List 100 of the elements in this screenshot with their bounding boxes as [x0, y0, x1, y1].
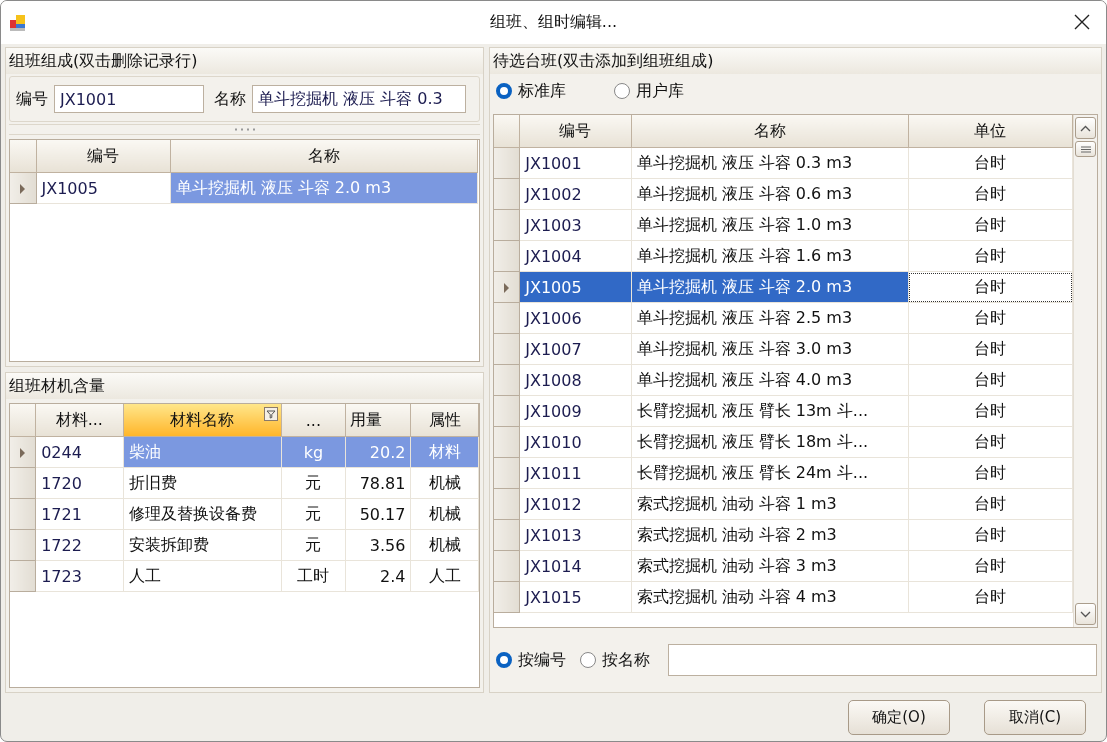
table-cell: JX1001	[519, 147, 631, 179]
scroll-up-button[interactable]	[1075, 117, 1096, 139]
row-header[interactable]	[494, 333, 520, 365]
table-cell: JX1009	[519, 395, 631, 427]
radio-label[interactable]: 标准库	[518, 80, 566, 102]
dialog-button[interactable]: 确定(O)	[848, 699, 950, 735]
table-cell: 台时	[908, 271, 1073, 303]
row-header[interactable]	[494, 178, 520, 210]
table-cell: 索式挖掘机 油动 斗容 3 m3	[631, 550, 909, 582]
table-cell: kg	[281, 436, 346, 468]
row-header[interactable]	[494, 581, 520, 613]
column-header[interactable]: 编号	[519, 115, 631, 148]
table-cell: 单斗挖掘机 液压 斗容 0.3 m3	[631, 147, 909, 179]
column-header[interactable]: 名称	[631, 115, 909, 148]
table-cell: 1723	[35, 560, 123, 592]
radio-label[interactable]: 按名称	[602, 649, 650, 671]
table-cell: JX1008	[519, 364, 631, 396]
row-header[interactable]	[10, 436, 36, 468]
table-cell: 索式挖掘机 油动 斗容 4 m3	[631, 581, 909, 613]
table-cell: 单斗挖掘机 液压 斗容 2.0 m3	[631, 271, 909, 303]
radio-label[interactable]: 用户库	[636, 80, 684, 102]
app-icon	[9, 13, 27, 32]
table-cell: 台时	[908, 240, 1073, 272]
table-cell: 1720	[35, 467, 123, 499]
row-header[interactable]	[494, 426, 520, 458]
row-header[interactable]	[494, 488, 520, 520]
table-cell: 0244	[35, 436, 123, 468]
scroll-thumb[interactable]	[1075, 141, 1096, 157]
column-header[interactable]: 编号	[36, 140, 170, 173]
row-header[interactable]	[494, 519, 520, 551]
column-header[interactable]: 材料名称	[123, 404, 282, 437]
row-header[interactable]	[10, 529, 36, 561]
table-cell: 机械	[410, 467, 479, 499]
table-cell: 长臂挖掘机 液压 臂长 24m 斗...	[631, 457, 909, 489]
table-cell: JX1004	[519, 240, 631, 272]
table-cell: JX1010	[519, 426, 631, 458]
row-header[interactable]	[494, 457, 520, 489]
table-cell: 单斗挖掘机 液压 斗容 0.6 m3	[631, 178, 909, 210]
grip-icon	[1080, 145, 1091, 153]
table-cell: 1721	[35, 498, 123, 530]
dialog-button[interactable]: 取消(C)	[984, 699, 1086, 735]
column-header[interactable]: 属性	[410, 404, 479, 437]
radio-label[interactable]: 按编号	[518, 649, 566, 671]
grip-icon	[233, 128, 256, 131]
table-cell: 台时	[908, 364, 1073, 396]
row-header[interactable]	[10, 172, 36, 204]
table-cell: 78.81	[345, 467, 411, 499]
table-cell: 人工	[410, 560, 479, 592]
search-field[interactable]	[668, 644, 1097, 676]
row-header[interactable]	[494, 395, 520, 427]
table-cell: 人工	[123, 560, 282, 592]
column-header[interactable]: 用量	[345, 404, 411, 437]
caret-up-icon	[1080, 124, 1091, 132]
table-cell: 机械	[410, 498, 479, 530]
row-header[interactable]	[10, 467, 36, 499]
table-cell: 单斗挖掘机 液压 斗容 1.0 m3	[631, 209, 909, 241]
table-cell: 安装拆卸费	[123, 529, 282, 561]
scroll-down-button[interactable]	[1075, 603, 1096, 625]
table-cell: 台时	[908, 519, 1073, 551]
table-cell: 台时	[908, 147, 1073, 179]
table-cell: 修理及替换设备费	[123, 498, 282, 530]
column-header[interactable]: ...	[281, 404, 346, 437]
table-cell: 2.4	[345, 560, 411, 592]
row-header[interactable]	[494, 364, 520, 396]
group-title: 组班组成(双击删除记录行)	[6, 48, 483, 74]
radio-button[interactable]	[580, 652, 596, 668]
table-cell: 单斗挖掘机 液压 斗容 1.6 m3	[631, 240, 909, 272]
filter-icon[interactable]	[264, 407, 279, 421]
table-cell: JX1011	[519, 457, 631, 489]
table-cell: JX1014	[519, 550, 631, 582]
table-cell: 台时	[908, 426, 1073, 458]
radio-button[interactable]	[496, 83, 512, 99]
table-cell: 机械	[410, 529, 479, 561]
name-field[interactable]: 单斗挖掘机 液压 斗容 0.3	[252, 85, 466, 113]
table-cell: 台时	[908, 550, 1073, 582]
table-cell: JX1005	[519, 271, 631, 303]
table-cell: 台时	[908, 488, 1073, 520]
row-header[interactable]	[494, 240, 520, 272]
row-header[interactable]	[494, 550, 520, 582]
code-field[interactable]: JX1001	[54, 85, 204, 113]
row-header[interactable]	[494, 302, 520, 334]
column-header[interactable]: 名称	[170, 140, 477, 173]
table-cell: 台时	[908, 395, 1073, 427]
table-cell: JX1012	[519, 488, 631, 520]
table-cell: 台时	[908, 302, 1073, 334]
row-header[interactable]	[10, 560, 36, 592]
radio-button[interactable]	[496, 652, 512, 668]
column-header[interactable]: 单位	[908, 115, 1073, 148]
row-header[interactable]	[494, 209, 520, 241]
table-cell: JX1003	[519, 209, 631, 241]
field-label: 名称	[214, 88, 246, 110]
row-header[interactable]	[494, 147, 520, 179]
row-header[interactable]	[10, 498, 36, 530]
table-cell: 20.2	[345, 436, 411, 468]
splitter-handle[interactable]	[9, 124, 480, 135]
radio-button[interactable]	[614, 83, 630, 99]
row-header[interactable]	[494, 271, 520, 303]
table-cell: 索式挖掘机 油动 斗容 2 m3	[631, 519, 909, 551]
close-icon[interactable]	[1074, 14, 1090, 30]
column-header[interactable]: 材料...	[35, 404, 123, 437]
